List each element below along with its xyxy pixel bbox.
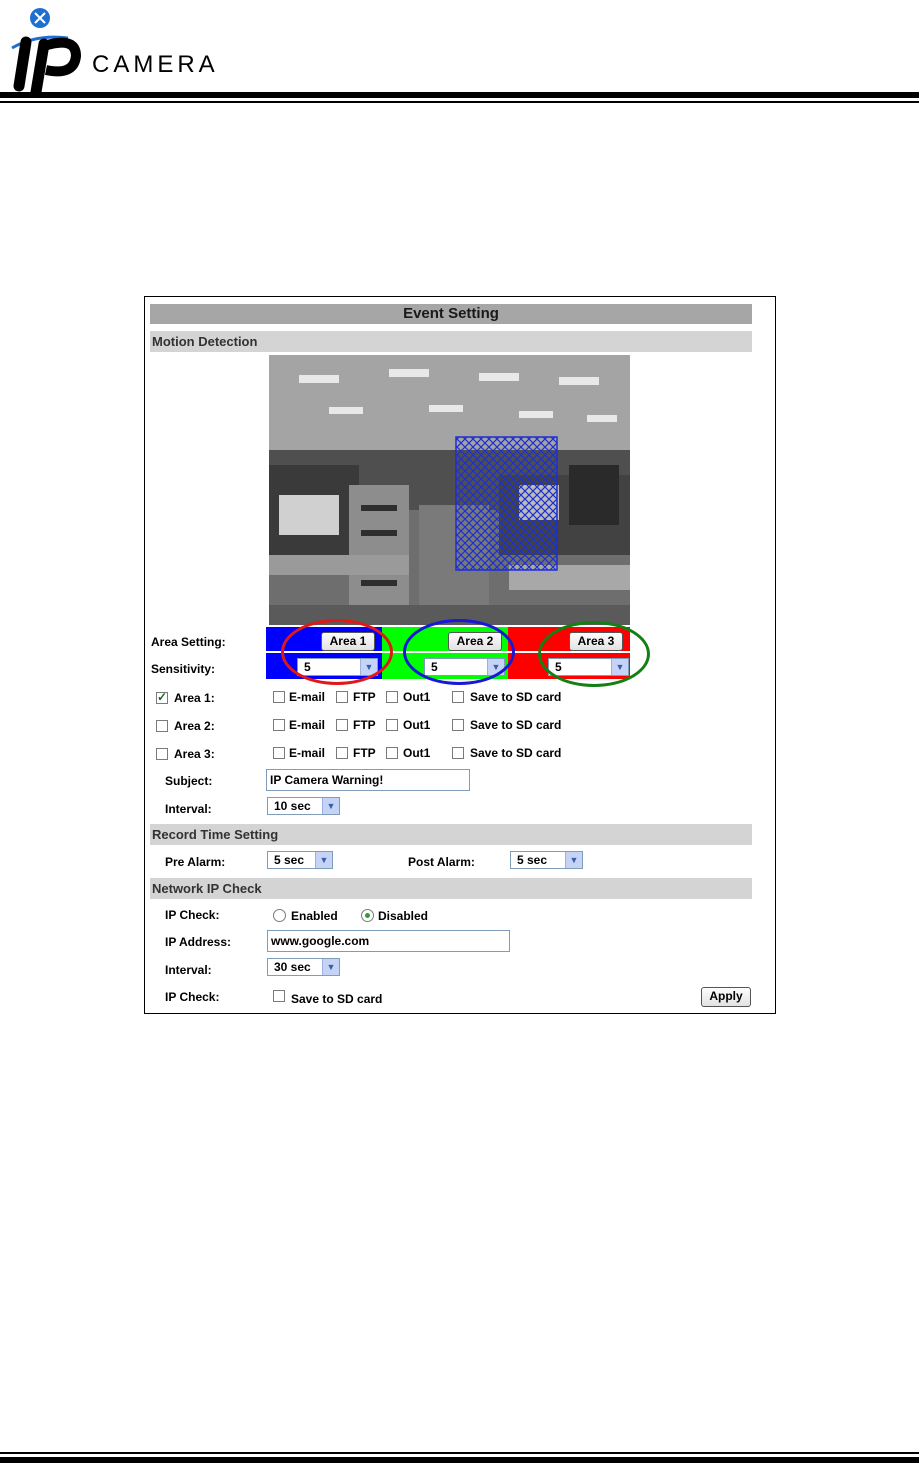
area2-ftp-checkbox[interactable] [336,719,348,731]
motion-detection-header: Motion Detection [150,331,752,352]
pre-alarm-select[interactable]: 5 sec ▼ [267,851,333,869]
email-label: E-mail [289,690,326,704]
chevron-down-icon: ▼ [611,659,628,675]
svg-text:CAMERA: CAMERA [92,51,219,78]
net-interval-select[interactable]: 30 sec ▼ [267,958,340,976]
area-setting-label: Area Setting: [151,635,226,649]
area1-email-checkbox[interactable] [273,691,285,703]
ip-check-label: IP Check: [165,908,220,922]
area3-enable-checkbox[interactable] [156,748,168,760]
ip-check-disabled-radio[interactable] [361,909,374,922]
footer-rule-thick [0,1457,919,1463]
out1-label: Out1 [403,746,431,760]
interval-value: 10 sec [274,799,311,813]
ip-camera-logo: CAMERA [11,8,219,94]
area1-row-label: Area 1: [174,691,215,705]
area2-sd-checkbox[interactable] [452,719,464,731]
area2-row-label: Area 2: [174,719,215,733]
area1-sensitivity-select[interactable]: 5 ▼ [297,658,378,676]
ip-check-save-label: IP Check: [165,990,220,1004]
area2-button[interactable]: Area 2 [448,632,502,651]
ftp-label: FTP [353,690,376,704]
area2-sensitivity-select[interactable]: 5 ▼ [424,658,505,676]
out1-label: Out1 [403,690,431,704]
sensitivity-label: Sensitivity: [151,662,216,676]
apply-button[interactable]: Apply [701,987,751,1007]
sd-label: Save to SD card [470,746,562,760]
chevron-down-icon: ▼ [315,852,332,868]
footer-rule-thin [0,1452,919,1454]
pre-alarm-value: 5 sec [274,853,305,867]
camera-preview-image[interactable] [269,355,630,625]
net-interval-label: Interval: [165,963,212,977]
interval-label: Interval: [165,802,212,816]
area1-sensitivity-value: 5 [304,660,311,674]
area2-sensitivity-value: 5 [431,660,438,674]
strip-divider [266,651,630,653]
header-rule-thick [0,92,919,98]
post-alarm-select[interactable]: 5 sec ▼ [510,851,583,869]
chevron-down-icon: ▼ [322,959,339,975]
post-alarm-value: 5 sec [517,853,548,867]
out1-label: Out1 [403,718,431,732]
chevron-down-icon: ▼ [360,659,377,675]
interval-select[interactable]: 10 sec ▼ [267,797,340,815]
header-rule-thin [0,101,919,103]
subject-input[interactable]: IP Camera Warning! [266,769,470,791]
subject-label: Subject: [165,774,213,788]
ip-check-sd-label: Save to SD card [291,992,383,1006]
area2-enable-checkbox[interactable] [156,720,168,732]
area3-email-checkbox[interactable] [273,747,285,759]
area3-sd-checkbox[interactable] [452,747,464,759]
area1-enable-checkbox[interactable] [156,690,168,704]
chevron-down-icon: ▼ [487,659,504,675]
sd-label: Save to SD card [470,690,562,704]
area1-sd-checkbox[interactable] [452,691,464,703]
ftp-label: FTP [353,746,376,760]
ip-check-enabled-radio[interactable] [273,909,286,922]
email-label: E-mail [289,718,326,732]
chevron-down-icon: ▼ [565,852,582,868]
event-setting-panel: Event Setting Motion Detection Area Sett… [144,296,776,1014]
ip-address-input[interactable]: www.google.com [267,930,510,952]
ip-address-label: IP Address: [165,935,232,949]
chevron-down-icon: ▼ [322,798,339,814]
net-interval-value: 30 sec [274,960,311,974]
area1-out1-checkbox[interactable] [386,691,398,703]
ip-check-sd-checkbox[interactable] [273,990,285,1002]
panel-title: Event Setting [150,304,752,324]
area3-out1-checkbox[interactable] [386,747,398,759]
email-label: E-mail [289,746,326,760]
area3-ftp-checkbox[interactable] [336,747,348,759]
area2-email-checkbox[interactable] [273,719,285,731]
area3-sensitivity-value: 5 [555,660,562,674]
sd-label: Save to SD card [470,718,562,732]
disabled-label: Disabled [378,909,429,923]
enabled-label: Enabled [291,909,338,923]
network-ip-check-header: Network IP Check [150,878,752,899]
post-alarm-label: Post Alarm: [408,855,475,869]
area1-button[interactable]: Area 1 [321,632,375,651]
area3-row-label: Area 3: [174,747,215,761]
area2-out1-checkbox[interactable] [386,719,398,731]
area1-ftp-checkbox[interactable] [336,691,348,703]
area3-button[interactable]: Area 3 [569,632,623,651]
pre-alarm-label: Pre Alarm: [165,855,226,869]
area3-sensitivity-select[interactable]: 5 ▼ [548,658,629,676]
ftp-label: FTP [353,718,376,732]
record-time-header: Record Time Setting [150,824,752,845]
